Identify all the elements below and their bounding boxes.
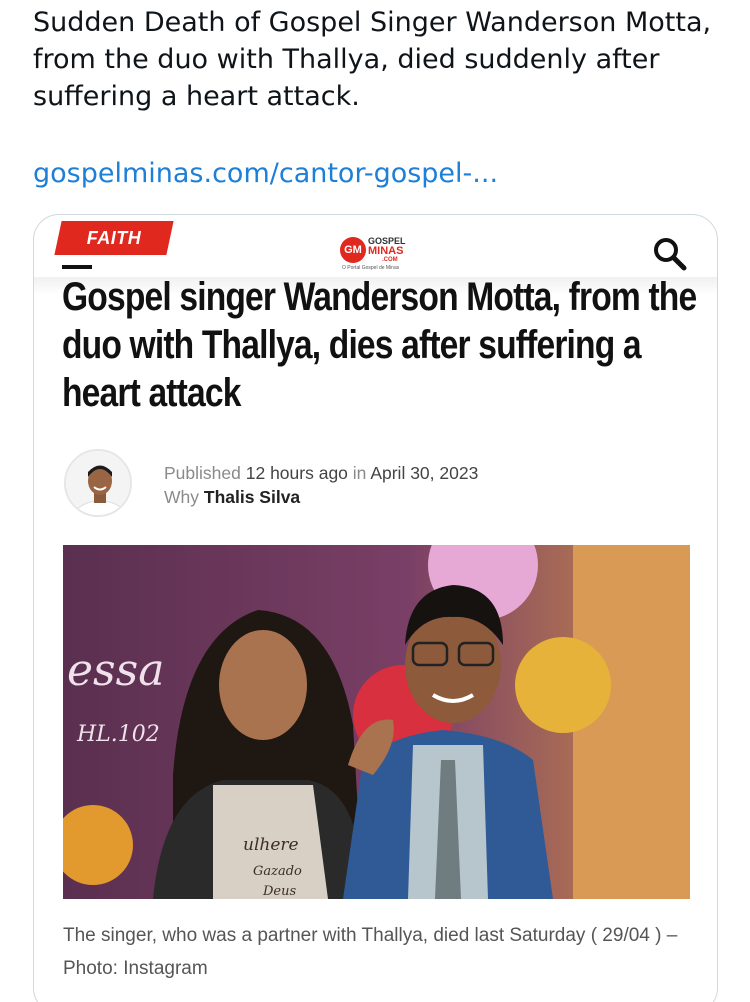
category-badge[interactable]: FAITH: [54, 221, 174, 255]
logo-line-2: MINAS: [368, 245, 404, 257]
published-date: April 30, 2023: [370, 463, 479, 483]
logo-line-3: .COM: [382, 257, 398, 263]
logo-tagline: O Portal Gospel de Minas: [342, 265, 400, 271]
menu-bar-icon: [62, 265, 92, 269]
author-line: Why Thalis Silva: [164, 485, 478, 509]
published-line: Published 12 hours ago in April 30, 2023: [164, 461, 478, 485]
search-icon[interactable]: [651, 235, 689, 273]
photo-caption: The singer, who was a partner with Thall…: [63, 925, 678, 979]
logo-badge: GM: [340, 237, 366, 263]
article-photo: essa HL.102 ulhere Gazado Deus: [63, 545, 690, 899]
author-name[interactable]: Thalis Silva: [204, 487, 300, 507]
by-label: Why: [164, 487, 199, 507]
author-avatar: [64, 449, 132, 517]
in-label: in: [352, 463, 367, 483]
shirt-text-2: Gazado: [253, 864, 302, 879]
category-label: FAITH: [86, 228, 142, 248]
link-preview-card[interactable]: FAITH GM GOSPEL MINAS .COM O Portal Gosp…: [33, 214, 718, 1002]
backdrop-text: essa: [67, 645, 164, 696]
backdrop-subtext: HL.102: [76, 722, 160, 747]
published-label: Published: [164, 463, 241, 483]
site-logo[interactable]: GM GOSPEL MINAS .COM O Portal Gospel de …: [340, 235, 420, 271]
article-meta: Published 12 hours ago in April 30, 2023…: [164, 461, 478, 509]
tweet-link[interactable]: gospelminas.com/cantor-gospel-...: [33, 155, 498, 192]
tweet-text: Sudden Death of Gospel Singer Wanderson …: [33, 7, 712, 112]
published-time: 12 hours ago: [245, 463, 348, 483]
article-headline: Gospel singer Wanderson Motta, from the …: [62, 275, 697, 415]
shirt-text-3: Deus: [262, 884, 296, 899]
shirt-text-1: ulhere: [243, 835, 299, 855]
